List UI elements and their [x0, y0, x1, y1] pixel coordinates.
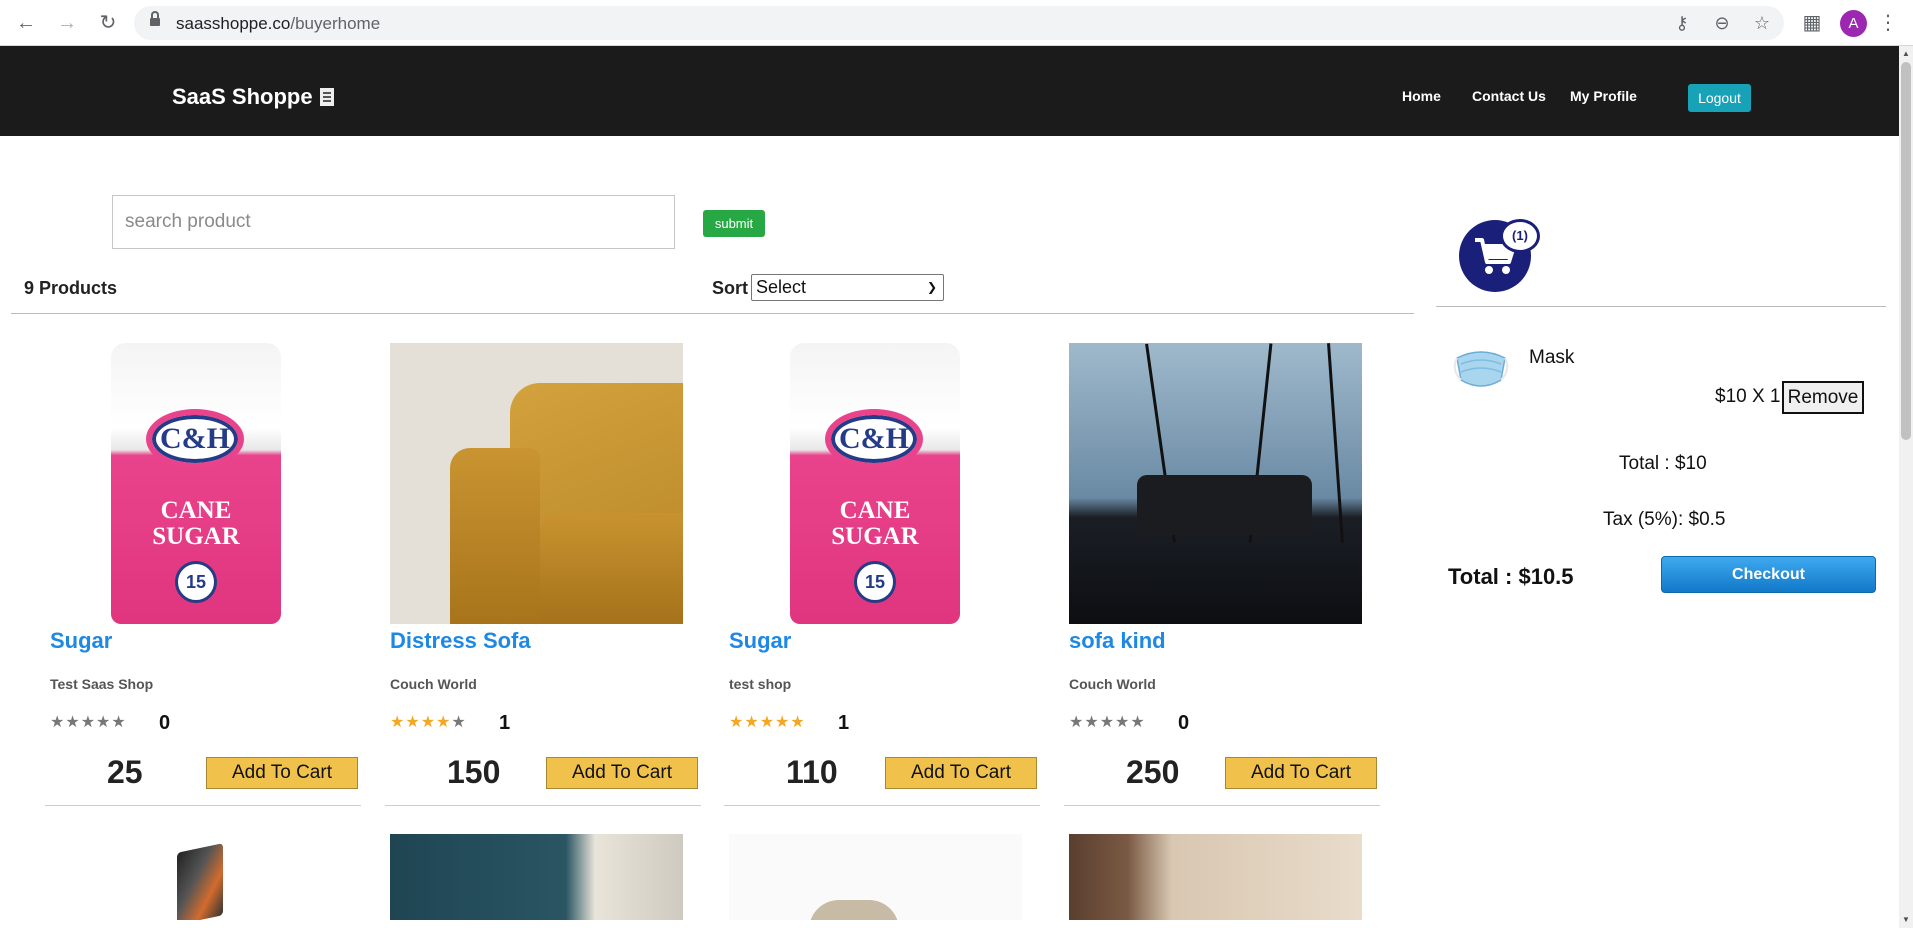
product-image-room[interactable] [390, 834, 683, 920]
divider [1436, 306, 1886, 307]
star-rating: ★★★★★ [390, 712, 467, 732]
star-rating: ★★★★★ [729, 712, 806, 732]
shop-name: test shop [729, 676, 792, 692]
nav-my-profile[interactable]: My Profile [1570, 88, 1637, 104]
shop-name: Couch World [1069, 676, 1156, 692]
star-icon: ★ [436, 714, 452, 731]
brand-logo[interactable]: SaaS Shoppe [172, 84, 334, 110]
add-to-cart-button[interactable]: Add To Cart [885, 757, 1037, 789]
star-icon: ★ [420, 714, 437, 731]
cart-subtotal: Total : $10 [1619, 453, 1707, 474]
nav-contact-us[interactable]: Contact Us [1472, 88, 1546, 104]
cart-item-image [1451, 340, 1511, 395]
key-icon[interactable]: ⚷ [1672, 13, 1692, 33]
sort-select[interactable]: Select ❯ [751, 274, 944, 301]
star-icon: ★ [390, 714, 406, 731]
product-card: sofa kind Couch World ★★★★★ 0 250 Add To… [1064, 343, 1380, 806]
product-image-sofa[interactable] [390, 343, 683, 624]
browser-toolbar: ← → ↻ saasshoppe.co/buyerhome ⚷ ⊖ ☆ ▦ A … [0, 0, 1913, 46]
product-price: 25 [107, 754, 143, 790]
sort-label: Sort [712, 278, 748, 298]
checkout-button[interactable]: Checkout [1661, 556, 1876, 593]
star-icon: ★ [775, 714, 791, 731]
scroll-thumb[interactable] [1901, 62, 1911, 440]
cart-grand-total: Total : $10.5 [1448, 564, 1574, 589]
product-price: 110 [786, 754, 838, 790]
product-count: 9 Products [24, 278, 118, 298]
scroll-down-icon[interactable]: ▼ [1902, 916, 1910, 924]
product-name[interactable]: Distress Sofa [390, 628, 531, 654]
rating-count: 0 [1178, 712, 1190, 734]
receipt-icon [319, 88, 334, 106]
product-image-laptop[interactable] [45, 834, 338, 920]
star-icon: ★ [451, 714, 467, 731]
submit-button[interactable]: submit [703, 210, 765, 237]
reload-icon[interactable]: ↻ [94, 9, 122, 37]
rating-count: 1 [838, 712, 850, 734]
star-rating: ★★★★★ [1069, 712, 1146, 732]
lock-icon [150, 11, 160, 26]
scroll-up-icon[interactable]: ▲ [1902, 50, 1910, 58]
address-bar[interactable]: saasshoppe.co/buyerhome ⚷ ⊖ ☆ [134, 6, 1784, 40]
cart-tax: Tax (5%): $0.5 [1603, 509, 1726, 530]
product-image-sofa[interactable] [1069, 343, 1362, 624]
shop-name: Couch World [390, 676, 477, 692]
product-image-pillow[interactable] [729, 834, 1022, 920]
logout-button[interactable]: Logout [1688, 84, 1751, 112]
add-to-cart-button[interactable]: Add To Cart [546, 757, 698, 789]
nav-home[interactable]: Home [1402, 88, 1441, 104]
product-image-sugar[interactable]: C&H CANE SUGAR 15 [724, 343, 1017, 624]
product-price: 150 [447, 754, 501, 790]
cart-count-badge: (1) [1500, 219, 1540, 253]
star-icon: ★ [729, 714, 745, 731]
star-icon: ★ [1115, 714, 1131, 731]
star-icon: ★ [744, 714, 760, 731]
bookmark-star-icon[interactable]: ☆ [1752, 13, 1772, 33]
star-icon: ★ [405, 714, 421, 731]
profile-avatar[interactable]: A [1840, 10, 1867, 37]
add-to-cart-button[interactable]: Add To Cart [1225, 757, 1377, 789]
extensions-icon[interactable]: ▦ [1799, 10, 1825, 36]
forward-icon[interactable]: → [53, 9, 81, 37]
rating-count: 1 [499, 712, 511, 734]
star-icon: ★ [1084, 714, 1100, 731]
product-card: Distress Sofa Couch World ★★★★★ 1 150 Ad… [385, 343, 701, 806]
star-icon: ★ [111, 714, 127, 731]
product-image-curtain[interactable] [1069, 834, 1362, 920]
remove-button[interactable]: Remove [1782, 381, 1864, 414]
star-icon: ★ [80, 714, 97, 731]
star-icon: ★ [50, 714, 66, 731]
shop-name: Test Saas Shop [50, 676, 154, 692]
add-to-cart-button[interactable]: Add To Cart [206, 757, 358, 789]
menu-dots-icon[interactable]: ⋮ [1878, 10, 1898, 36]
star-icon: ★ [1099, 714, 1116, 731]
star-icon: ★ [1069, 714, 1085, 731]
star-icon: ★ [790, 714, 806, 731]
cart-item-price-qty: $10 X 1 [1715, 386, 1781, 407]
rating-count: 0 [159, 712, 171, 734]
site-header: SaaS Shoppe Home Contact Us My Profile L… [0, 46, 1899, 136]
product-card: C&H CANE SUGAR 15 Sugar test shop ★★★★★ 1… [724, 343, 1040, 806]
product-price: 250 [1126, 754, 1180, 790]
star-icon: ★ [65, 714, 81, 731]
back-icon[interactable]: ← [12, 9, 40, 37]
product-card: C&H CANE SUGAR 15 Sugar Test Saas Shop ★★… [45, 343, 361, 806]
star-icon: ★ [96, 714, 112, 731]
product-name[interactable]: Sugar [729, 628, 791, 654]
product-name[interactable]: sofa kind [1069, 628, 1166, 654]
zoom-out-icon[interactable]: ⊖ [1712, 13, 1732, 33]
divider [11, 313, 1414, 314]
cart-item-name: Mask [1529, 347, 1575, 368]
url-text: saasshoppe.co/buyerhome [176, 14, 381, 33]
star-rating: ★★★★★ [50, 712, 127, 732]
star-icon: ★ [1130, 714, 1146, 731]
search-input[interactable] [112, 195, 675, 249]
page-scrollbar[interactable]: ▲ ▼ [1899, 46, 1913, 928]
chevron-down-icon: ❯ [926, 280, 937, 294]
star-icon: ★ [759, 714, 776, 731]
product-name[interactable]: Sugar [50, 628, 112, 654]
product-image-sugar[interactable]: C&H CANE SUGAR 15 [45, 343, 338, 624]
